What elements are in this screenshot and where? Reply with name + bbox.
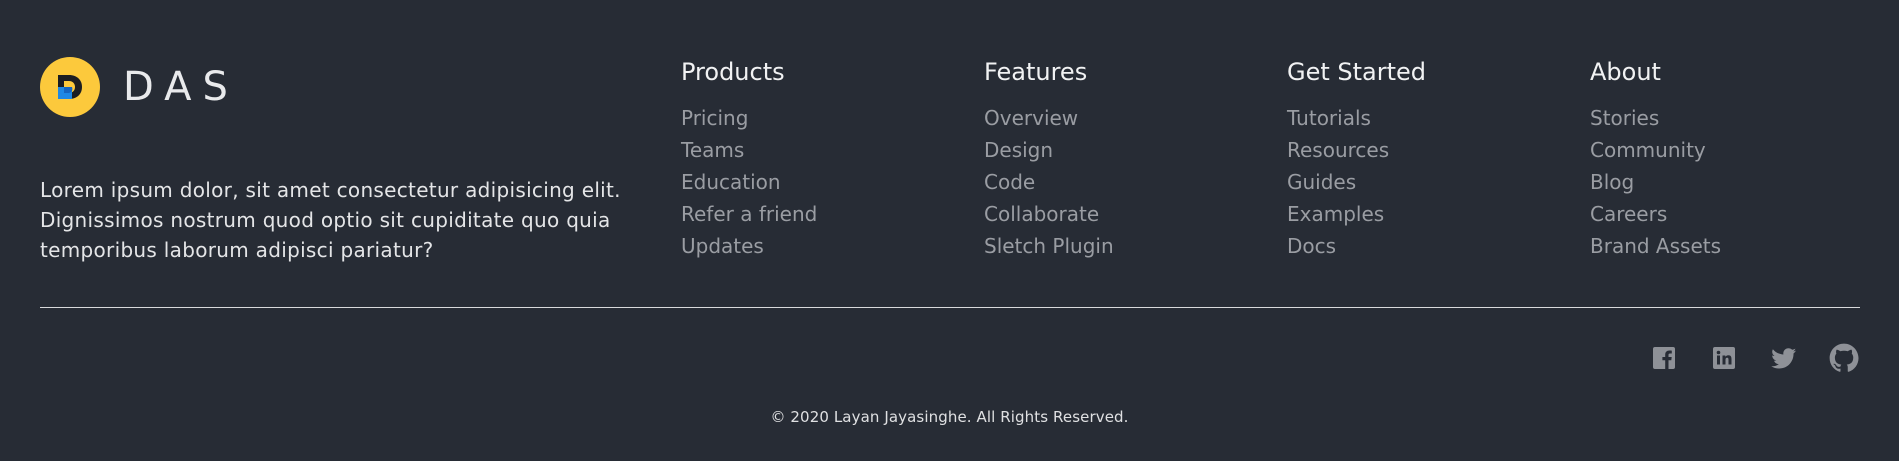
footer-link-tutorials[interactable]: Tutorials bbox=[1287, 102, 1426, 134]
footer-link-careers[interactable]: Careers bbox=[1590, 198, 1721, 230]
column-title: About bbox=[1590, 58, 1661, 86]
social-links bbox=[1649, 343, 1859, 373]
copyright-text: © 2020 Layan Jayasinghe. All Rights Rese… bbox=[770, 408, 1129, 426]
facebook-icon[interactable] bbox=[1649, 343, 1679, 373]
footer-divider bbox=[40, 307, 1860, 308]
footer-column-get-started: Get Started Tutorials Resources Guides E… bbox=[1287, 56, 1426, 262]
twitter-icon[interactable] bbox=[1769, 343, 1799, 373]
footer-link-overview[interactable]: Overview bbox=[984, 102, 1114, 134]
footer-column-products: Products Pricing Teams Education Refer a… bbox=[681, 56, 817, 262]
footer-link-collaborate[interactable]: Collaborate bbox=[984, 198, 1114, 230]
link-list: Overview Design Code Collaborate Sletch … bbox=[984, 102, 1114, 262]
footer-link-pricing[interactable]: Pricing bbox=[681, 102, 817, 134]
footer-column-about: About Stories Community Blog Careers Bra… bbox=[1590, 56, 1721, 262]
column-title: Features bbox=[984, 58, 1088, 86]
brand[interactable]: DAS bbox=[40, 57, 239, 117]
column-title: Products bbox=[681, 58, 785, 86]
footer-link-sletch-plugin[interactable]: Sletch Plugin bbox=[984, 230, 1114, 262]
column-title: Get Started bbox=[1287, 58, 1427, 86]
footer-link-refer-a-friend[interactable]: Refer a friend bbox=[681, 198, 817, 230]
footer-link-stories[interactable]: Stories bbox=[1590, 102, 1721, 134]
footer-link-education[interactable]: Education bbox=[681, 166, 817, 198]
footer-link-guides[interactable]: Guides bbox=[1287, 166, 1426, 198]
footer-link-blog[interactable]: Blog bbox=[1590, 166, 1721, 198]
brand-description: Lorem ipsum dolor, sit amet consectetur … bbox=[40, 178, 621, 262]
footer-link-design[interactable]: Design bbox=[984, 134, 1114, 166]
github-icon[interactable] bbox=[1829, 343, 1859, 373]
footer-link-brand-assets[interactable]: Brand Assets bbox=[1590, 230, 1721, 262]
link-list: Pricing Teams Education Refer a friend U… bbox=[681, 102, 817, 262]
footer-link-code[interactable]: Code bbox=[984, 166, 1114, 198]
logo-icon bbox=[40, 57, 100, 117]
footer-link-examples[interactable]: Examples bbox=[1287, 198, 1426, 230]
site-footer: DAS Lorem ipsum dolor, sit amet consecte… bbox=[0, 0, 1899, 461]
footer-column-features: Features Overview Design Code Collaborat… bbox=[984, 56, 1114, 262]
link-list: Tutorials Resources Guides Examples Docs bbox=[1287, 102, 1426, 262]
brand-name: DAS bbox=[123, 64, 239, 110]
footer-link-updates[interactable]: Updates bbox=[681, 230, 817, 262]
footer-link-resources[interactable]: Resources bbox=[1287, 134, 1426, 166]
footer-link-community[interactable]: Community bbox=[1590, 134, 1721, 166]
footer-link-teams[interactable]: Teams bbox=[681, 134, 817, 166]
linkedin-icon[interactable] bbox=[1709, 343, 1739, 373]
link-list: Stories Community Blog Careers Brand Ass… bbox=[1590, 102, 1721, 262]
footer-link-docs[interactable]: Docs bbox=[1287, 230, 1426, 262]
